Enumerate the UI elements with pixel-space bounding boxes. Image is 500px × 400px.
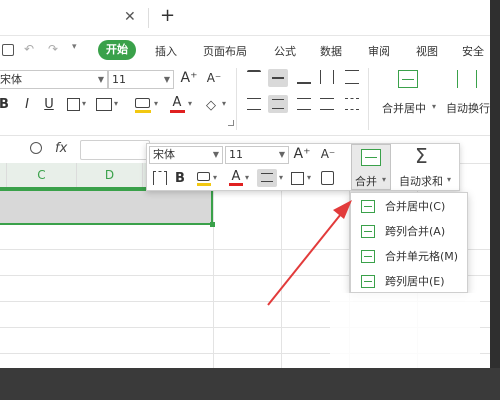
spreadsheet-app: ✕ + ↶ ↷ ▾ 开始 插入 页面布局 公式 数据 审阅 视图 安全 宋体 ▼… (0, 0, 490, 368)
right-edge (490, 0, 500, 368)
annotation-arrow-line (267, 208, 346, 306)
annotation-arrow-head (333, 200, 352, 219)
annotation-arrow (267, 200, 352, 306)
